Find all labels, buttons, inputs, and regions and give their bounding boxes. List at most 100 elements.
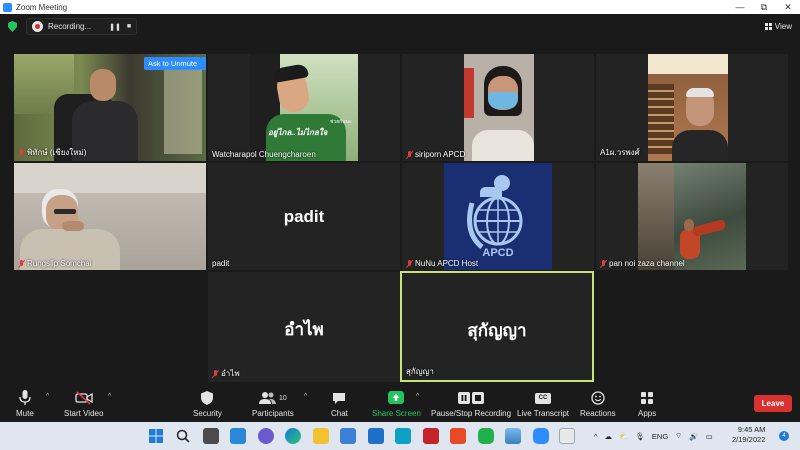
chevron-up-icon[interactable]: ^ [304,393,307,400]
system-tray: ^ ☁ ⛅ 🎙 ENG ⌔ 🔊 ▭ [594,422,713,450]
video-caption-small: ช่วยกันนะ [330,119,352,125]
edge-browser-icon[interactable] [285,428,301,444]
task-view-icon[interactable] [203,428,219,444]
reactions-button[interactable]: Reactions [580,390,616,418]
participant-name: padit [212,259,230,268]
clock-time: 9:45 AM [737,425,766,434]
video-tile-7[interactable]: APCD NuNu APCD Host [402,163,594,270]
grid-view-icon [764,22,772,30]
view-label: View [774,21,792,31]
notification-badge[interactable]: 4 [779,431,789,441]
chevron-up-icon[interactable]: ^ [108,393,111,400]
stop-recording-button[interactable]: ■ [122,21,136,33]
mute-button[interactable]: Mute [16,390,34,418]
shield-icon[interactable] [8,21,17,32]
chat-button[interactable]: Chat [331,390,348,418]
zoom-app-icon [3,2,12,12]
mcafee-icon[interactable] [423,428,439,444]
language-indicator[interactable]: ENG [652,432,668,441]
video-tile-4[interactable]: A1ผ.วรพงศ์ [596,54,788,161]
participant-count: 10 [279,394,287,402]
video-tile-2[interactable]: อยู่ไกล..ไม่ไกลใจ ช่วยกันนะ Watcharapol … [208,54,400,161]
leave-button[interactable]: Leave [754,395,792,412]
close-button[interactable]: ✕ [776,0,800,14]
recording-icon [32,21,43,32]
participants-icon: 10 [259,390,287,406]
chevron-up-icon[interactable]: ^ [46,393,49,400]
chevron-up-icon[interactable]: ^ [594,432,598,441]
video-caption: อยู่ไกล..ไม่ไกลใจ [268,128,328,137]
video-tile-8[interactable]: pan noi zaza channel [596,163,788,270]
office-icon[interactable] [450,428,466,444]
mail-icon[interactable] [368,428,384,444]
clock-date: 2/19/2022 [732,435,766,444]
participant-name: อำไพ [212,367,240,380]
lumion-app-icon[interactable] [395,428,411,444]
wifi-icon[interactable]: ⌔ [675,431,682,441]
view-button[interactable]: View [764,19,792,33]
line-app-icon[interactable] [478,428,494,444]
mic-muted-icon [406,259,413,268]
title-bar: Zoom Meeting — ⧉ ✕ [0,0,800,14]
participant-name: พิทักษ์ (เชียงใหม่) [18,146,86,159]
restore-button[interactable]: ⧉ [752,0,776,14]
windows-taskbar: ^ ☁ ⛅ 🎙 ENG ⌔ 🔊 ▭ 9:45 AM 2/19/2022 4 [0,422,800,450]
start-video-button[interactable]: Start Video [64,390,103,418]
smiley-icon [591,390,605,406]
share-screen-button[interactable]: Share Screen [372,390,421,418]
closed-caption-icon: CC [535,390,552,406]
mic-muted-icon [18,259,25,268]
participant-name: A1ผ.วรพงศ์ [600,148,640,157]
windows-start-icon[interactable] [148,428,164,444]
microphone-icon [19,390,31,406]
weather-icon[interactable]: ⛅ [619,432,628,441]
photos-icon[interactable] [505,428,521,444]
file-explorer-icon[interactable] [313,428,329,444]
taskbar-clock[interactable]: 9:45 AM 2/19/2022 [732,425,765,445]
video-tile-5[interactable]: Rungslip Somchai [14,163,206,270]
pause-stop-label: Pause/Stop Recording [431,409,512,418]
participant-display-name: อำไพ [284,320,324,339]
chat-label: Chat [331,409,348,418]
mic-muted-icon [406,150,413,159]
participant-name: siriporn APCD [406,150,465,159]
participant-name: Rungslip Somchai [18,259,91,268]
chevron-up-icon[interactable]: ^ [416,393,419,400]
microphone-icon[interactable]: 🎙 [635,432,645,441]
video-tile-1[interactable]: Ask to Unmute ··· พิทักษ์ (เชียงใหม่) [14,54,206,161]
pause-recording-button[interactable]: ❚❚ [108,21,122,33]
zoom-taskbar-icon[interactable] [533,428,549,444]
security-label: Security [193,409,222,418]
widgets-icon[interactable] [230,428,246,444]
store-icon[interactable] [340,428,356,444]
live-transcript-button[interactable]: CC Live Transcript [517,390,569,418]
participant-display-name: สุกัญญา [467,321,527,340]
video-tile-9[interactable]: อำไพ อำไพ [208,272,400,382]
teams-chat-icon[interactable] [258,428,274,444]
minimize-button[interactable]: — [728,0,752,14]
video-tile-6[interactable]: padit padit [208,163,400,270]
security-button[interactable]: Security [193,390,222,418]
share-screen-label: Share Screen [372,409,421,418]
more-options-button[interactable]: ··· [201,57,206,70]
participants-button[interactable]: 10 Participants [252,390,294,418]
snipping-tool-icon[interactable] [559,428,575,444]
speaker-icon[interactable]: 🔊 [689,432,698,441]
pause-stop-recording-button[interactable]: Pause/Stop Recording [431,390,511,418]
battery-icon[interactable]: ▭ [706,432,713,441]
participants-label: Participants [252,409,294,418]
onedrive-cloud-icon[interactable]: ☁ [605,432,613,441]
video-tile-3[interactable]: siriporn APCD [402,54,594,161]
search-icon[interactable] [175,428,191,444]
mic-muted-icon [212,369,219,378]
window-title: Zoom Meeting [16,2,68,12]
video-tile-10-active-speaker[interactable]: สุกัญญา สุกัญญา [400,271,594,382]
mic-muted-icon [600,259,607,268]
participant-name: pan noi zaza channel [600,259,685,268]
video-off-icon [75,390,93,406]
start-video-label: Start Video [64,409,104,418]
live-transcript-label: Live Transcript [517,409,570,418]
ask-to-unmute-button[interactable]: Ask to Unmute [144,57,202,70]
mute-label: Mute [16,409,34,418]
apps-button[interactable]: Apps [638,390,656,418]
